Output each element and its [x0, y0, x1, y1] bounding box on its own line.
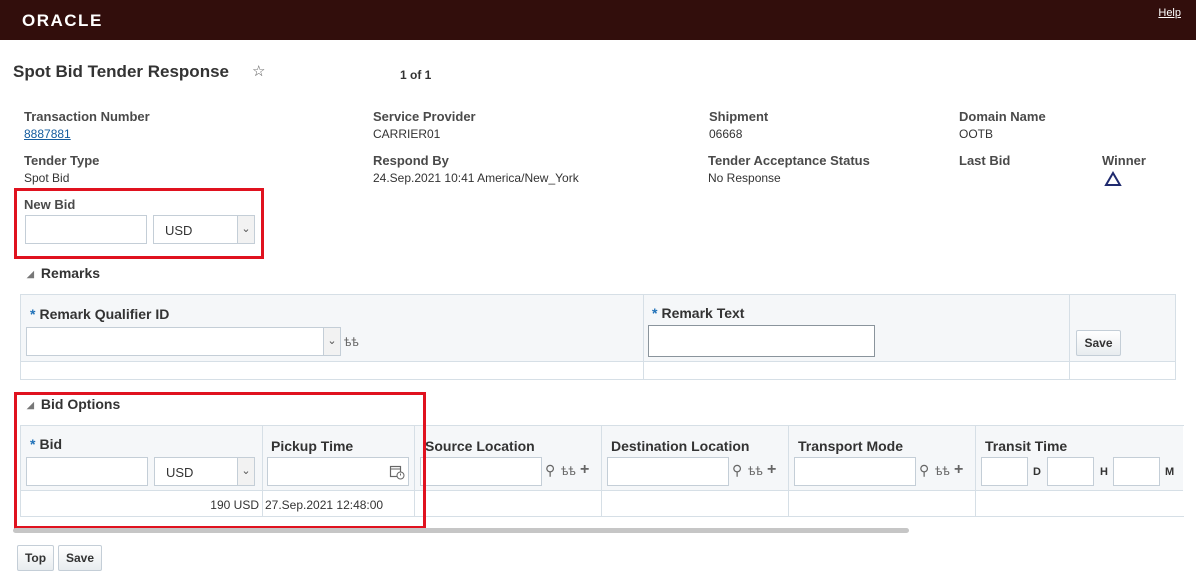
highlight-box-bid-options: [14, 392, 426, 529]
remark-qualifier-header: * Remark Qualifier ID: [30, 306, 170, 322]
search-icon[interactable]: ⚲: [545, 462, 555, 479]
page-title: Spot Bid Tender Response: [13, 62, 229, 81]
transport-mode-column-header: Transport Mode: [798, 438, 904, 454]
top-bar: ORACLE Help: [0, 0, 1196, 40]
shipment-value: 06668: [709, 127, 743, 141]
tender-type-label: Tender Type: [24, 153, 100, 168]
transit-hours-input[interactable]: [1047, 457, 1094, 486]
footer-save-button[interactable]: Save: [58, 545, 102, 571]
record-pager: 1 of 1: [400, 68, 432, 82]
remarks-col-divider: [1069, 295, 1070, 380]
hours-unit-label: H: [1100, 466, 1108, 478]
respond-by-value: 24.Sep.2021 10:41 America/New_York: [373, 171, 579, 185]
oracle-logo: ORACLE: [22, 11, 103, 30]
domain-name-value: OOTB: [959, 127, 994, 141]
remark-qualifier-select[interactable]: ⌄: [26, 327, 341, 356]
triangle-icon: [1104, 171, 1122, 186]
bid-options-col-divider: [975, 426, 976, 517]
bid-options-col-divider: [601, 426, 602, 517]
search-icon[interactable]: ⚲: [732, 462, 742, 479]
remark-text-header: * Remark Text: [652, 305, 745, 321]
search-icon[interactable]: ⚲: [919, 462, 929, 479]
glasses-icon[interactable]: ѣѣ: [561, 464, 576, 478]
bid-options-col-divider: [788, 426, 789, 517]
glasses-icon[interactable]: ѣѣ: [748, 464, 763, 478]
transit-days-input[interactable]: [981, 457, 1028, 486]
add-icon[interactable]: +: [580, 461, 589, 479]
add-icon[interactable]: +: [954, 461, 963, 479]
tender-acceptance-status-value: No Response: [708, 171, 781, 185]
transit-minutes-input[interactable]: [1113, 457, 1160, 486]
service-provider-label: Service Provider: [373, 109, 476, 124]
days-unit-label: D: [1033, 466, 1041, 478]
service-provider-value: CARRIER01: [373, 127, 441, 141]
transit-time-column-header: Transit Time: [985, 438, 1068, 454]
remarks-row-divider: [21, 361, 1175, 362]
add-icon[interactable]: +: [767, 461, 776, 479]
remarks-title: Remarks: [40, 265, 101, 281]
domain-name-label: Domain Name: [959, 109, 1046, 124]
minutes-unit-label: M: [1165, 466, 1175, 478]
tender-acceptance-status-label: Tender Acceptance Status: [708, 153, 870, 168]
horizontal-scrollbar[interactable]: [13, 528, 909, 533]
respond-by-label: Respond By: [373, 153, 449, 168]
remark-text-input[interactable]: [648, 325, 875, 357]
source-location-column-header: Source Location: [425, 438, 535, 454]
chevron-down-icon: ⌄: [323, 328, 340, 355]
destination-location-input[interactable]: [607, 457, 729, 486]
remarks-save-button[interactable]: Save: [1076, 330, 1121, 356]
winner-label: Winner: [1102, 153, 1146, 168]
tender-type-value: Spot Bid: [24, 171, 70, 185]
glasses-icon[interactable]: ѣѣ: [344, 335, 359, 349]
source-location-input[interactable]: [420, 457, 542, 486]
transaction-number-label: Transaction Number: [24, 109, 150, 124]
remarks-section-header[interactable]: ◢ Remarks: [27, 265, 100, 281]
help-link[interactable]: Help: [1158, 7, 1181, 19]
remarks-col-divider: [643, 295, 644, 380]
collapse-triangle-icon: ◢: [27, 269, 34, 279]
highlight-box-new-bid: [14, 188, 264, 259]
transaction-number-link[interactable]: 8887881: [24, 127, 71, 141]
destination-location-column-header: Destination Location: [611, 438, 750, 454]
star-icon[interactable]: ☆: [252, 62, 265, 80]
top-button[interactable]: Top: [17, 545, 54, 571]
glasses-icon[interactable]: ѣѣ: [935, 464, 950, 478]
last-bid-label: Last Bid: [959, 153, 1011, 168]
transport-mode-input[interactable]: [794, 457, 916, 486]
shipment-label: Shipment: [709, 109, 769, 124]
